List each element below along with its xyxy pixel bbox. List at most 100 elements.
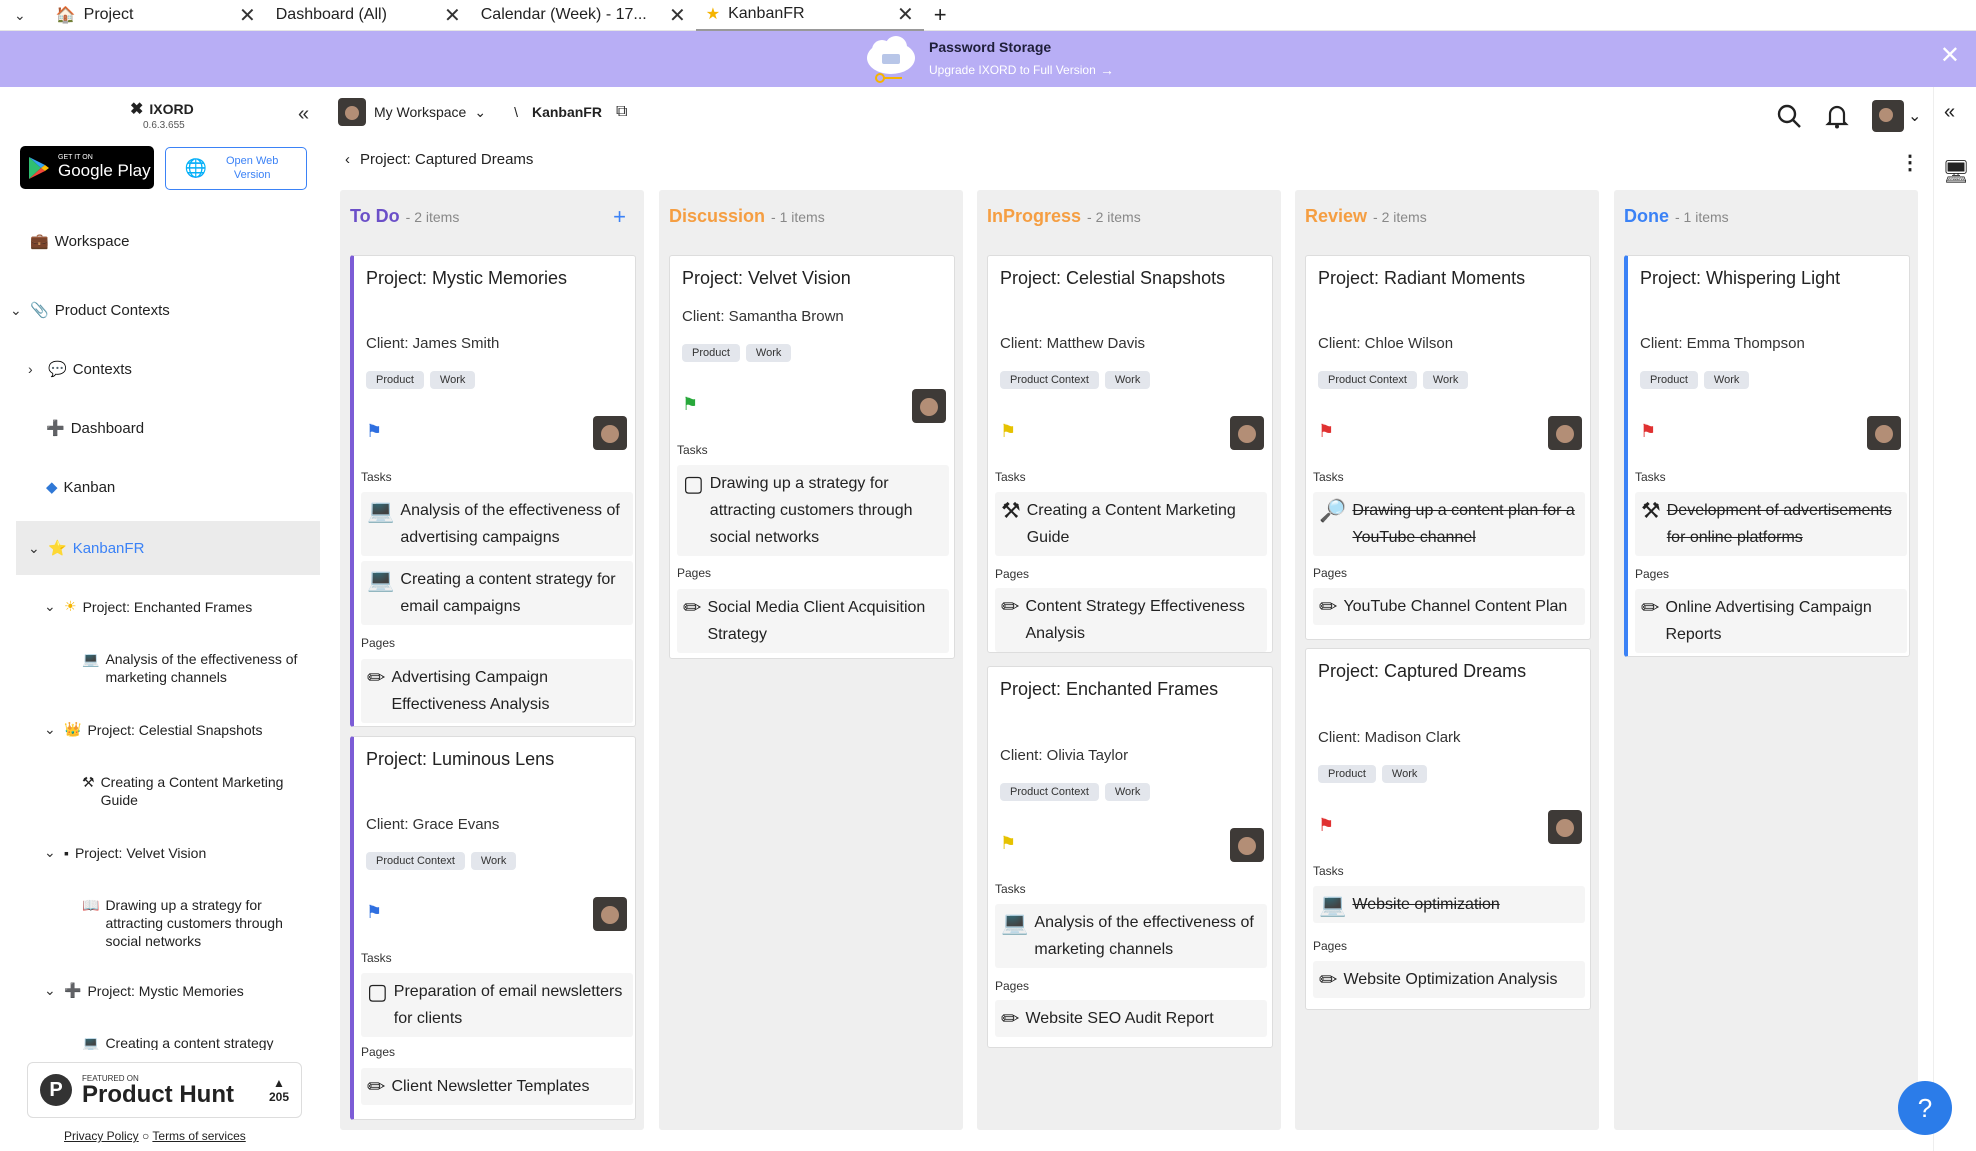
user-avatar[interactable] <box>1872 100 1904 132</box>
new-tab-button[interactable]: + <box>934 2 947 28</box>
tasks-label: Tasks <box>1313 864 1344 878</box>
page-item[interactable]: ✏ Social Media Client Acquisition Strateg… <box>677 589 949 653</box>
flag-yellow-icon[interactable]: ⚑ <box>1000 833 1016 854</box>
chevron-right-icon[interactable]: › <box>28 361 42 377</box>
task-item[interactable]: 💻 Analysis of the effectiveness of market… <box>995 904 1267 968</box>
sidebar-item-contexts[interactable]: › 💬 Contexts <box>28 360 132 379</box>
google-play-button[interactable]: GET IT ON Google Play <box>20 146 154 189</box>
tab-calendar[interactable]: Calendar (Week) - 17... ✕ <box>471 0 696 31</box>
chevron-down-icon[interactable]: ⌄ <box>28 540 42 557</box>
sidebar-item-product-contexts[interactable]: ⌄ 📎 Product Contexts <box>10 301 170 320</box>
task-item[interactable]: ▢ Preparation of email newsletters for cl… <box>361 973 633 1037</box>
chevron-down-icon[interactable]: ⌄ <box>44 982 58 999</box>
assignee-avatar[interactable] <box>593 897 627 931</box>
chevron-down-icon[interactable]: ⌄ <box>44 721 58 738</box>
task-item[interactable]: 💻 Creating a content strategy for email c… <box>361 561 633 625</box>
sidebar-item-project[interactable]: ⌄ ▪ Project: Velvet Vision <box>44 844 206 861</box>
external-link-icon[interactable]: ⧉ <box>616 103 627 121</box>
flag-yellow-icon[interactable]: ⚑ <box>1000 421 1016 442</box>
bell-icon[interactable] <box>1824 103 1850 129</box>
add-card-button[interactable]: + <box>613 204 626 230</box>
tag: Work <box>429 371 476 389</box>
page-item[interactable]: ✏ Online Advertising Campaign Reports <box>1635 589 1907 653</box>
page-item[interactable]: ✏ Website Optimization Analysis <box>1313 961 1585 998</box>
sidebar-item-kanbanfr[interactable]: ⌄ ⭐ KanbanFR <box>16 521 320 575</box>
tab-kanbanfr[interactable]: ★ KanbanFR ✕ <box>695 0 924 31</box>
sidebar-item-dashboard[interactable]: ➕ Dashboard <box>46 419 144 438</box>
kanban-card[interactable]: Project: Velvet Vision Client: Samantha … <box>669 255 955 659</box>
page-item[interactable]: ✏ Website SEO Audit Report <box>995 1000 1267 1037</box>
task-item[interactable]: 💻 Analysis of the effectiveness of advert… <box>361 492 633 556</box>
assignee-avatar[interactable] <box>1548 810 1582 844</box>
workspace-avatar[interactable] <box>338 98 366 126</box>
upgrade-banner[interactable]: Password Storage Upgrade IXORD to Full V… <box>0 31 1976 87</box>
assignee-avatar[interactable] <box>1867 416 1901 450</box>
chevron-down-icon[interactable]: ⌄ <box>474 104 486 121</box>
close-tab-icon[interactable]: ✕ <box>669 3 686 28</box>
chevron-down-icon[interactable]: ⌄ <box>10 302 24 319</box>
pages-label: Pages <box>677 566 712 580</box>
sidebar-item-project[interactable]: ⌄ ☀ Project: Enchanted Frames <box>44 598 252 615</box>
close-tab-icon[interactable]: ✕ <box>897 2 914 27</box>
chevron-down-icon[interactable]: ⌄ <box>44 844 58 861</box>
chevron-down-icon[interactable]: ⌄ <box>44 598 58 615</box>
sidebar-item-project[interactable]: ⌄ ➕ Project: Mystic Memories <box>44 982 244 999</box>
kanban-card[interactable]: Project: Luminous Lens Client: Grace Eva… <box>350 736 636 1120</box>
banner-subtitle[interactable]: Upgrade IXORD to Full Version <box>929 63 1096 77</box>
back-breadcrumb[interactable]: ‹ Project: Captured Dreams <box>345 151 533 168</box>
kanban-card[interactable]: Project: Mystic Memories Client: James S… <box>350 255 636 727</box>
kanban-card[interactable]: Project: Captured Dreams Client: Madison… <box>1305 648 1591 1010</box>
task-item-completed[interactable]: ⚒ Development of advertisements for onlin… <box>1635 492 1907 556</box>
flag-green-icon[interactable]: ⚑ <box>682 394 698 415</box>
sidebar-task[interactable]: 📖 Drawing up a strategy for attracting cu… <box>82 896 312 950</box>
flag-blue-icon[interactable]: ⚑ <box>366 421 382 442</box>
close-tab-icon[interactable]: ✕ <box>444 3 461 28</box>
board-title: KanbanFR <box>531 104 602 120</box>
flag-red-icon[interactable]: ⚑ <box>1318 815 1334 836</box>
flag-red-icon[interactable]: ⚑ <box>1640 421 1656 442</box>
page-item[interactable]: ✏ YouTube Channel Content Plan <box>1313 588 1585 625</box>
page-item[interactable]: ✏ Client Newsletter Templates <box>361 1068 633 1105</box>
assignee-avatar[interactable] <box>1230 416 1264 450</box>
user-menu[interactable]: ⌄ <box>1872 100 1921 132</box>
page-item[interactable]: ✏ Content Strategy Effectiveness Analysis <box>995 588 1267 652</box>
flag-blue-icon[interactable]: ⚑ <box>366 902 382 923</box>
expand-panel-icon[interactable]: « <box>1944 101 1955 124</box>
kanban-card[interactable]: Project: Celestial Snapshots Client: Mat… <box>987 255 1273 653</box>
sidebar-item-project[interactable]: ⌄ 👑 Project: Celestial Snapshots <box>44 721 263 738</box>
assignee-avatar[interactable] <box>1230 828 1264 862</box>
help-button[interactable]: ? <box>1898 1081 1952 1135</box>
search-icon[interactable] <box>1776 103 1802 129</box>
sidebar-task[interactable]: 💻 Analysis of the effectiveness of market… <box>82 650 312 686</box>
tab-list-chevron-icon[interactable]: ⌄ <box>14 7 26 24</box>
close-tab-icon[interactable]: ✕ <box>239 3 256 28</box>
product-hunt-badge[interactable]: P FEATURED ON Product Hunt ▲ 205 <box>27 1062 302 1118</box>
sidebar-task[interactable]: 💻 Creating a content strategy <box>82 1034 312 1050</box>
task-item-completed[interactable]: 🔎 Drawing up a content plan for a YouTube… <box>1313 492 1585 556</box>
open-web-version-button[interactable]: 🌐 Open Web Version <box>165 147 307 190</box>
tab-dashboard[interactable]: Dashboard (All) ✕ <box>266 0 471 31</box>
page-item[interactable]: ✏ Advertising Campaign Effectiveness Anal… <box>361 659 633 723</box>
task-item[interactable]: ▢ Drawing up a strategy for attracting cu… <box>677 465 949 556</box>
monitor-icon[interactable]: 🖥 <box>1942 159 1970 185</box>
task-item-completed[interactable]: 💻 Website optimization <box>1313 886 1585 923</box>
task-item[interactable]: ⚒ Creating a Content Marketing Guide <box>995 492 1267 556</box>
assignee-avatar[interactable] <box>593 416 627 450</box>
workspace-selector[interactable]: My Workspace <box>374 104 466 120</box>
assignee-avatar[interactable] <box>1548 416 1582 450</box>
sidebar-item-kanban[interactable]: ◆ Kanban <box>46 478 115 497</box>
kanban-card[interactable]: Project: Radiant Moments Client: Chloe W… <box>1305 255 1591 640</box>
assignee-avatar[interactable] <box>912 389 946 423</box>
close-banner-icon[interactable]: ✕ <box>1940 41 1960 70</box>
tasks-label: Tasks <box>1635 470 1666 484</box>
collapse-sidebar-icon[interactable]: « <box>298 103 309 126</box>
tab-project[interactable]: 🏠 Project ✕ <box>46 0 266 31</box>
kanban-card[interactable]: Project: Enchanted Frames Client: Olivia… <box>987 666 1273 1048</box>
flag-red-icon[interactable]: ⚑ <box>1318 421 1334 442</box>
terms-link[interactable]: Terms of services <box>152 1129 245 1143</box>
kanban-card[interactable]: Project: Whispering Light Client: Emma T… <box>1624 255 1910 657</box>
sidebar-task[interactable]: ⚒ Creating a Content Marketing Guide <box>82 773 312 809</box>
kebab-menu-icon[interactable]: ⋮ <box>1900 150 1920 175</box>
sidebar-item-workspace[interactable]: 💼 Workspace <box>30 232 129 251</box>
privacy-policy-link[interactable]: Privacy Policy <box>64 1129 139 1143</box>
